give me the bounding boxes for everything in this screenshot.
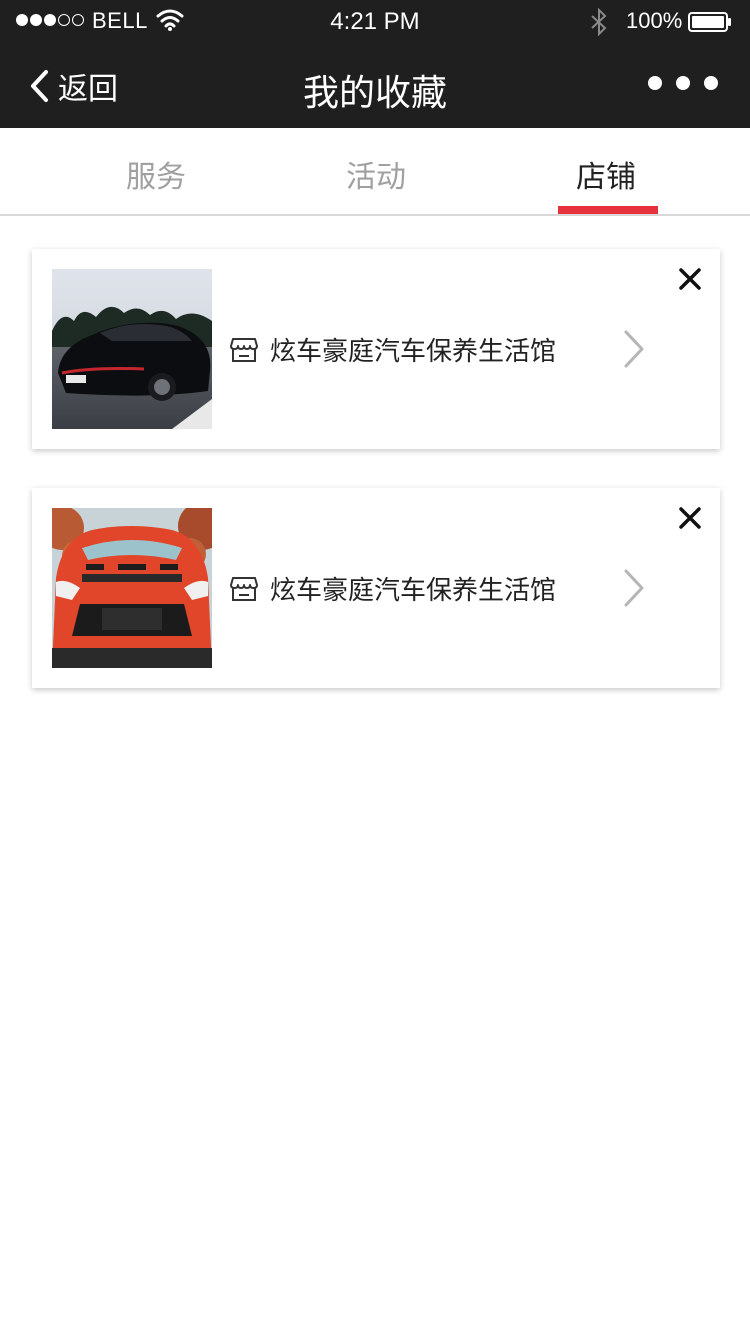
page-title: 我的收藏 [302, 73, 447, 114]
tab-activities[interactable]: 活动 [346, 152, 406, 196]
battery-icon [688, 12, 731, 32]
favorite-store-card[interactable]: 炫车豪庭汽车保养生活馆 [32, 249, 720, 449]
active-tab-indicator [558, 206, 658, 214]
bluetooth-icon [591, 8, 607, 36]
tab-services[interactable]: 服务 [126, 152, 186, 196]
store-icon [230, 337, 258, 362]
store-thumbnail [52, 508, 212, 668]
tab-bar: 服务 活动 店铺 [0, 128, 750, 216]
more-icon[interactable] [648, 76, 718, 90]
store-name: 炫车豪庭汽车保养生活馆 [270, 337, 557, 367]
tab-stores[interactable]: 店铺 [576, 152, 636, 196]
favorite-store-card[interactable]: 炫车豪庭汽车保养生活馆 [32, 488, 720, 688]
header: BELL 4:21 PM 100% 返回 我的收藏 [0, 0, 750, 128]
chevron-right-icon[interactable] [622, 329, 646, 369]
close-icon[interactable] [678, 267, 702, 291]
store-name: 炫车豪庭汽车保养生活馆 [270, 576, 557, 606]
close-icon[interactable] [678, 506, 702, 530]
status-bar: BELL 4:21 PM 100% [0, 0, 750, 44]
battery-percentage: 100% [626, 8, 683, 33]
store-icon [230, 576, 258, 601]
navigation-bar: 返回 我的收藏 [0, 44, 750, 128]
store-thumbnail [52, 269, 212, 429]
chevron-right-icon[interactable] [622, 568, 646, 608]
